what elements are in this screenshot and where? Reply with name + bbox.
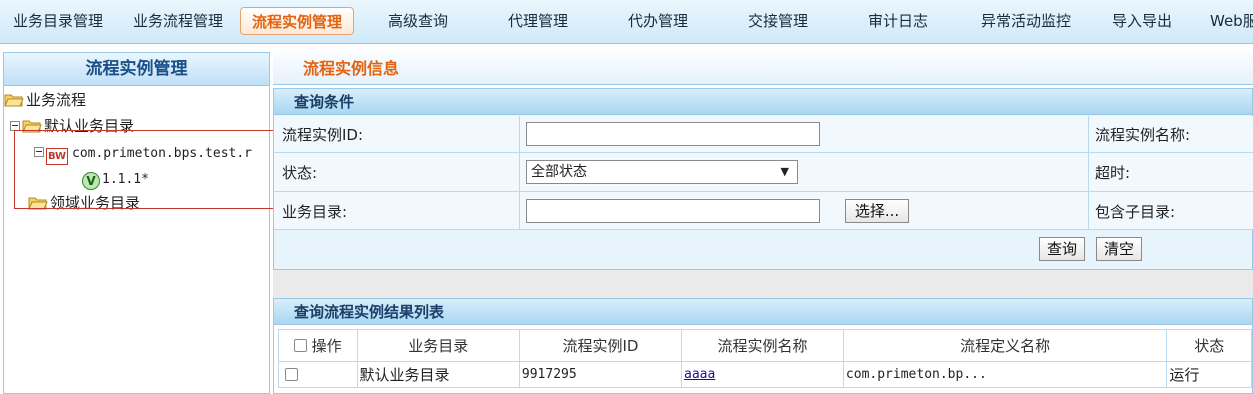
page-title: 流程实例信息 — [273, 52, 1253, 85]
results-section-title: 查询流程实例结果列表 — [274, 299, 1252, 325]
nav-item-handover-management[interactable]: 交接管理 — [722, 7, 834, 35]
column-header-definition-name[interactable]: 流程定义名称 — [842, 329, 1168, 362]
main-content: 流程实例信息 查询条件 流程实例ID: 流程实例名称: 状态: 全部状态 ▼ 超… — [273, 52, 1253, 394]
overlay-line — [14, 130, 292, 131]
results-table: 操作 业务目录 流程实例ID 流程实例名称 流程定义名称 状态 默认业务目录 9… — [278, 329, 1252, 388]
nav-item-proxy-management[interactable]: 代办管理 — [602, 7, 714, 35]
query-row-id: 流程实例ID: 流程实例名称: — [274, 116, 1253, 153]
select-all-checkbox[interactable] — [293, 339, 307, 352]
tree-node-default-catalog[interactable]: 默认业务目录 — [10, 115, 134, 137]
column-header-actions: 操作 — [278, 329, 358, 362]
column-header-instance-name[interactable]: 流程实例名称 — [681, 329, 844, 362]
include-subdir-label: 包含子目录: — [1095, 203, 1176, 221]
instance-name-link[interactable]: aaaa — [684, 367, 715, 382]
query-section-title: 查询条件 — [274, 89, 1252, 115]
tree-label-version: 1.1.1* — [102, 172, 149, 187]
cell-instance-id: 9917295 — [518, 361, 683, 388]
cell-definition-name: com.primeton.bp... — [842, 361, 1168, 388]
catalog-label: 业务目录: — [282, 203, 348, 221]
overlay-line — [14, 130, 15, 208]
query-button[interactable]: 查询 — [1039, 237, 1085, 261]
row-select-cell — [278, 361, 358, 388]
nav-item-process-management[interactable]: 业务流程管理 — [122, 7, 234, 35]
tree-label-process: com.primeton.bps.test.r — [72, 146, 253, 161]
column-header-label: 操作 — [311, 337, 342, 355]
nav-item-import-export[interactable]: 导入导出 — [1092, 7, 1192, 35]
nav-item-advanced-query[interactable]: 高级查询 — [362, 7, 474, 35]
nav-item-instance-management[interactable]: 流程实例管理 — [240, 7, 354, 35]
overlay-line — [14, 208, 292, 209]
instance-id-label: 流程实例ID: — [282, 126, 364, 144]
tree-label-root: 业务流程 — [26, 91, 87, 109]
nav-item-audit-log[interactable]: 审计日志 — [842, 7, 954, 35]
cell-catalog: 默认业务目录 — [356, 361, 520, 388]
column-header-status[interactable]: 状态 — [1166, 329, 1252, 362]
dropdown-arrow-icon: ▼ — [780, 165, 789, 178]
nav-item-agent-management[interactable]: 代理管理 — [482, 7, 594, 35]
nav-item-exception-monitor[interactable]: 异常活动监控 — [962, 7, 1090, 35]
instance-id-input[interactable] — [526, 122, 820, 146]
collapse-icon[interactable] — [34, 147, 44, 157]
cell-status: 运行 — [1166, 361, 1252, 388]
left-panel-title: 流程实例管理 — [4, 53, 269, 86]
nav-item-catalog-management[interactable]: 业务目录管理 — [2, 7, 114, 35]
clear-button[interactable]: 清空 — [1096, 237, 1142, 261]
status-label: 状态: — [282, 164, 318, 182]
query-panel: 查询条件 流程实例ID: 流程实例名称: 状态: 全部状态 ▼ 超时: 业务目录… — [273, 88, 1253, 270]
table-header-row: 操作 业务目录 流程实例ID 流程实例名称 流程定义名称 状态 — [278, 329, 1252, 362]
tree-node-domain-catalog[interactable]: 领域业务目录 — [28, 192, 140, 214]
instance-name-label: 流程实例名称: — [1095, 126, 1191, 144]
tree-label-default-catalog: 默认业务目录 — [44, 117, 135, 135]
tree-node-process[interactable]: BW com.primeton.bps.test.r — [34, 141, 253, 165]
spacer — [273, 270, 1253, 298]
row-checkbox[interactable] — [285, 367, 298, 381]
folder-open-icon — [4, 94, 24, 107]
left-panel: 流程实例管理 业务流程 默认业务目录 BW com.primeton.bps.te… — [3, 52, 270, 394]
tree-node-version[interactable]: V 1.1.1* — [82, 167, 149, 190]
top-navigation: 业务目录管理 业务流程管理 流程实例管理 高级查询 代理管理 代办管理 交接管理… — [0, 0, 1253, 44]
tree-label-domain-catalog: 领域业务目录 — [50, 194, 141, 212]
catalog-input[interactable] — [526, 199, 820, 223]
cell-instance-name: aaaa — [681, 361, 844, 388]
process-icon: BW — [46, 148, 68, 165]
tree-node-root[interactable]: 业务流程 — [4, 89, 86, 111]
table-row: 默认业务目录 9917295 aaaa com.primeton.bp... 运… — [278, 361, 1252, 388]
timeout-label: 超时: — [1095, 164, 1131, 182]
column-header-instance-id[interactable]: 流程实例ID — [518, 329, 683, 362]
results-panel: 查询流程实例结果列表 操作 业务目录 流程实例ID 流程实例名称 流程定义名称 … — [273, 298, 1253, 394]
query-row-status: 状态: 全部状态 ▼ 超时: — [274, 153, 1253, 192]
process-tree: 业务流程 默认业务目录 BW com.primeton.bps.test.r V1… — [4, 86, 269, 394]
column-header-catalog[interactable]: 业务目录 — [356, 329, 520, 362]
status-select[interactable]: 全部状态 ▼ — [526, 160, 798, 184]
version-icon: V — [82, 172, 100, 190]
query-row-catalog: 业务目录: 选择... 包含子目录: — [274, 192, 1253, 230]
select-catalog-button[interactable]: 选择... — [845, 199, 909, 223]
status-select-value: 全部状态 — [531, 164, 587, 180]
nav-item-web-services[interactable]: Web服 — [1210, 7, 1253, 35]
